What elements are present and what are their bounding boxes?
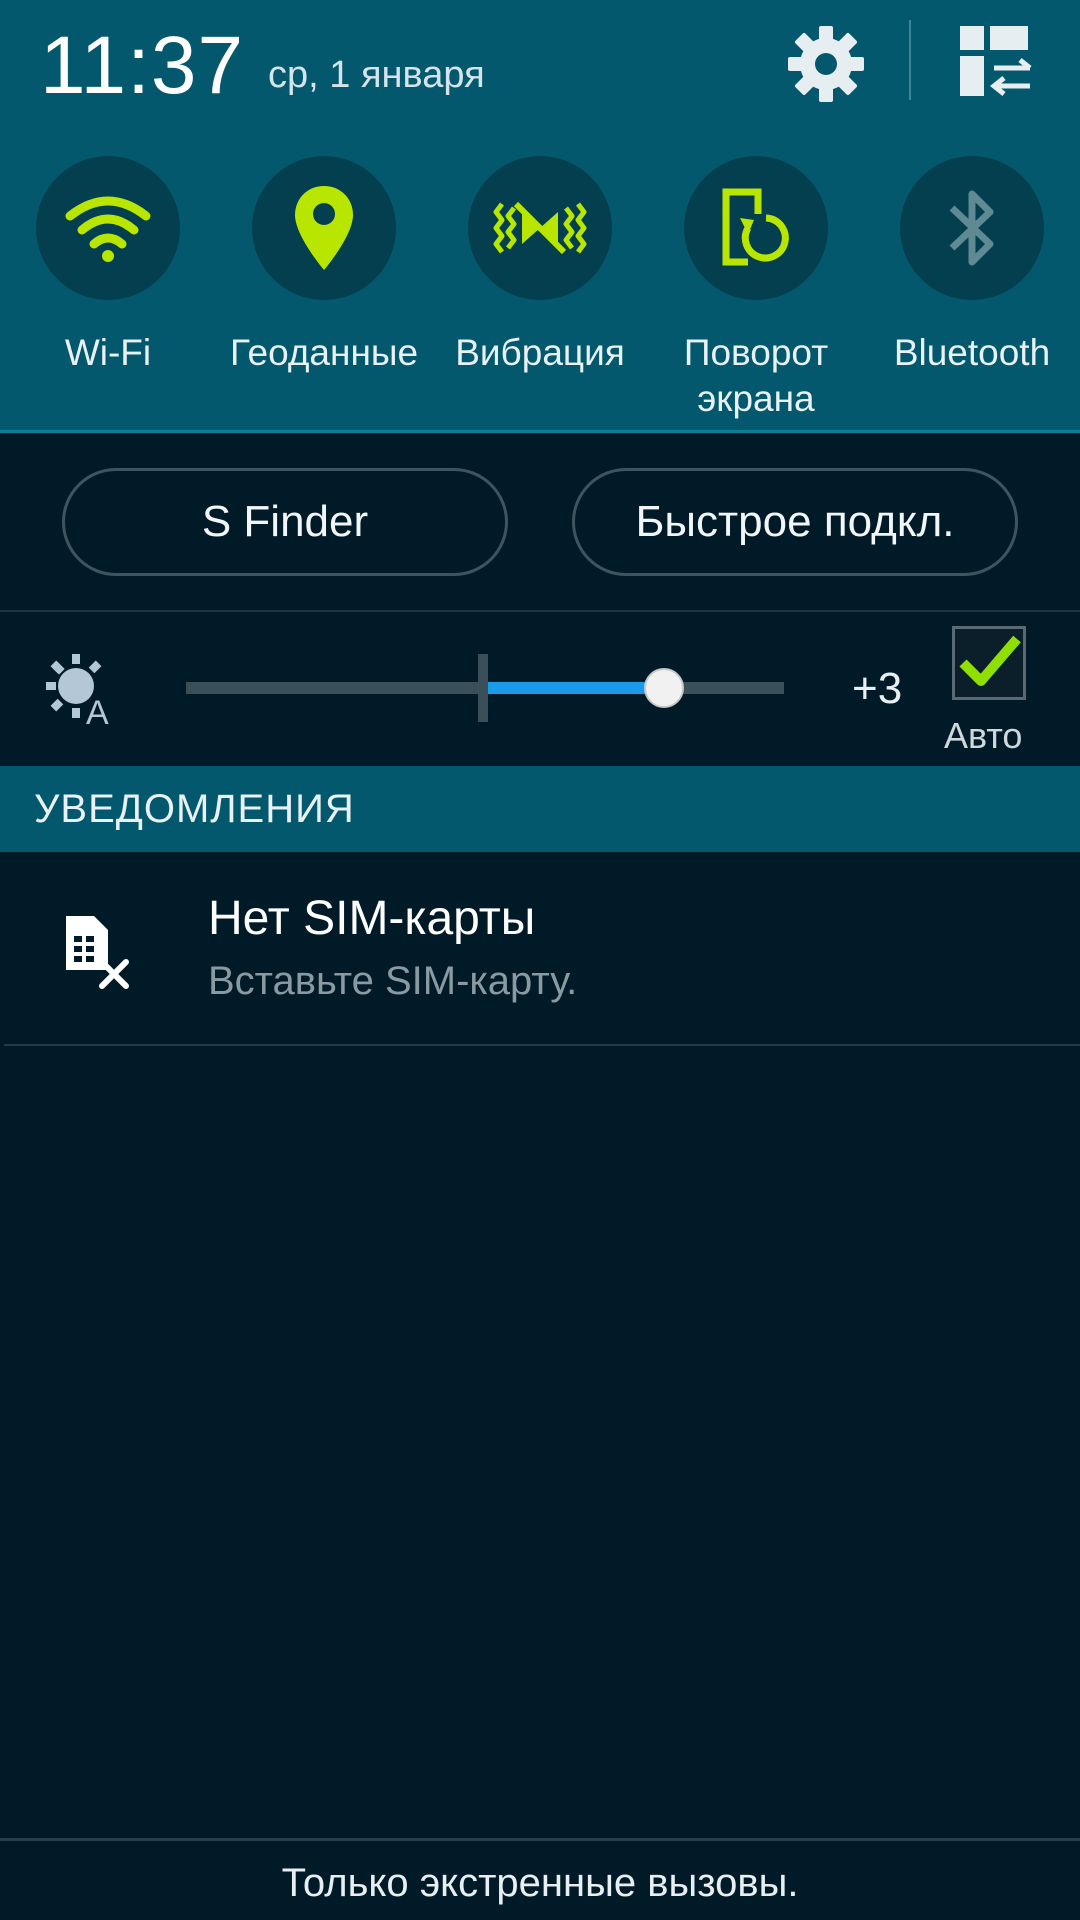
qs-circle — [468, 156, 612, 300]
notification-title: Нет SIM-карты — [208, 892, 536, 945]
header-divider — [909, 20, 911, 100]
date: ср, 1 января — [268, 54, 485, 96]
qs-circle — [684, 156, 828, 300]
qs-label: Bluetooth — [893, 332, 1051, 373]
slider-thumb[interactable] — [644, 668, 685, 708]
quick-connect-button[interactable]: Быстрое подкл. — [572, 468, 1018, 576]
location-pin-icon — [295, 186, 353, 270]
checkmark-icon — [959, 635, 1021, 686]
gear-icon — [788, 26, 864, 102]
qs-tile-bluetooth[interactable]: Bluetooth — [872, 156, 1072, 376]
notifications-header-title: УВЕДОМЛЕНИЯ — [34, 787, 355, 831]
vibration-icon — [493, 201, 587, 255]
notification-divider — [4, 1044, 1080, 1046]
carrier-status-text: Только экстренные вызовы. — [281, 1861, 799, 1905]
screen-rotation-icon — [722, 188, 789, 266]
brightness-value: +3 — [852, 664, 903, 713]
grid-edit-icon — [960, 26, 1032, 96]
qs-label: Вибрация — [455, 332, 625, 373]
auto-brightness-icon: A — [46, 652, 120, 732]
footer-divider — [0, 1838, 1080, 1841]
notification-panel: 11:37 ср, 1 января Wi-Fi Геоданные Вибра… — [0, 0, 1080, 1920]
svg-text:A: A — [86, 694, 109, 726]
auto-brightness-checkbox[interactable] — [952, 626, 1026, 700]
edit-quick-settings-button[interactable] — [958, 24, 1034, 100]
notification-text: Вставьте SIM-карту. — [208, 959, 578, 1003]
notifications-header: УВЕДОМЛЕНИЯ — [0, 766, 1080, 852]
qs-tile-location[interactable]: Геоданные — [224, 156, 424, 376]
notification-item[interactable]: Нет SIM-карты Вставьте SIM-карту. — [0, 852, 1080, 1046]
slider-fill — [485, 682, 665, 694]
qs-circle — [36, 156, 180, 300]
brightness-slider[interactable] — [186, 654, 784, 722]
qs-tile-vibration[interactable]: Вибрация — [440, 156, 640, 376]
qs-label: Wi-Fi — [64, 332, 152, 373]
slider-center-mark — [478, 654, 488, 722]
bluetooth-icon — [949, 190, 994, 266]
settings-button[interactable] — [782, 20, 870, 108]
s-finder-button[interactable]: S Finder — [62, 468, 508, 576]
auto-brightness-label: Авто — [944, 715, 1023, 756]
buttons-row-divider — [0, 610, 1080, 612]
qs-circle — [252, 156, 396, 300]
qs-label: Геоданные — [229, 332, 419, 373]
header-bottom-divider — [0, 430, 1080, 433]
qs-tile-wifi[interactable]: Wi-Fi — [8, 156, 208, 376]
wifi-icon — [65, 196, 151, 262]
quick-settings-header: 11:37 ср, 1 января Wi-Fi Геоданные Вибра… — [0, 0, 1080, 430]
qs-tile-screen-rotation[interactable]: Поворот экрана — [656, 156, 856, 422]
qs-circle — [900, 156, 1044, 300]
clock: 11:37 — [40, 20, 245, 111]
qs-label: Поворот экрана — [683, 332, 829, 419]
no-sim-icon — [60, 912, 136, 992]
